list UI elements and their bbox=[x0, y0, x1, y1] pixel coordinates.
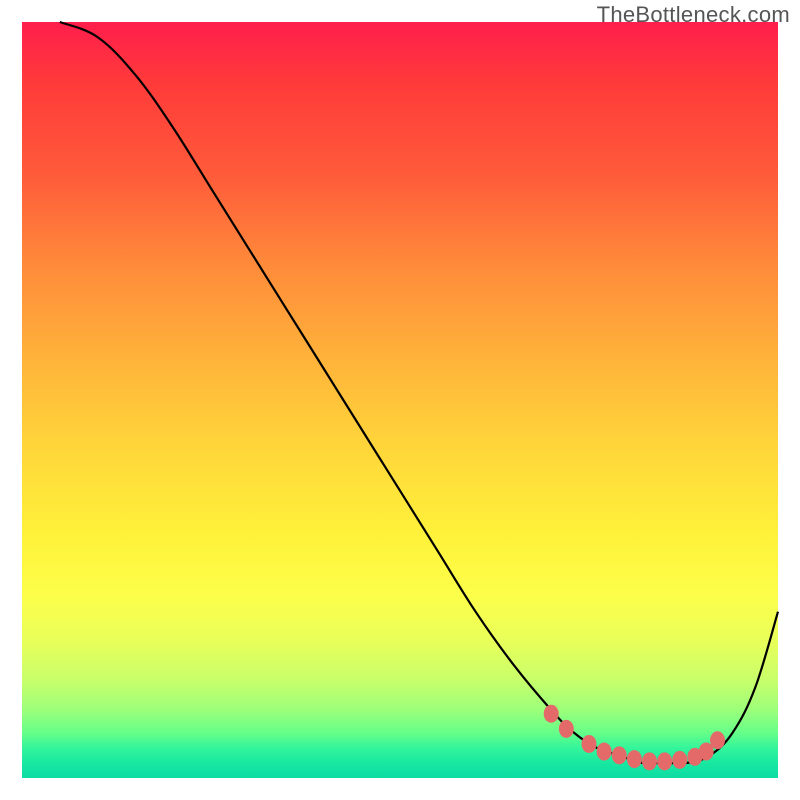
highlight-marker bbox=[672, 751, 687, 769]
highlight-marker bbox=[642, 752, 657, 770]
bottleneck-curve-path bbox=[60, 22, 778, 763]
highlight-marker bbox=[597, 743, 612, 761]
highlight-marker bbox=[612, 746, 627, 764]
highlight-marker bbox=[559, 720, 574, 738]
chart-container: TheBottleneck.com bbox=[0, 0, 800, 800]
highlight-marker bbox=[544, 705, 559, 723]
highlight-marker bbox=[710, 731, 725, 749]
highlight-marker bbox=[657, 752, 672, 770]
highlight-marker-group bbox=[544, 705, 725, 771]
chart-overlay-svg bbox=[22, 22, 778, 778]
watermark-text: TheBottleneck.com bbox=[597, 2, 790, 28]
highlight-marker bbox=[582, 735, 597, 753]
highlight-marker bbox=[627, 750, 642, 768]
